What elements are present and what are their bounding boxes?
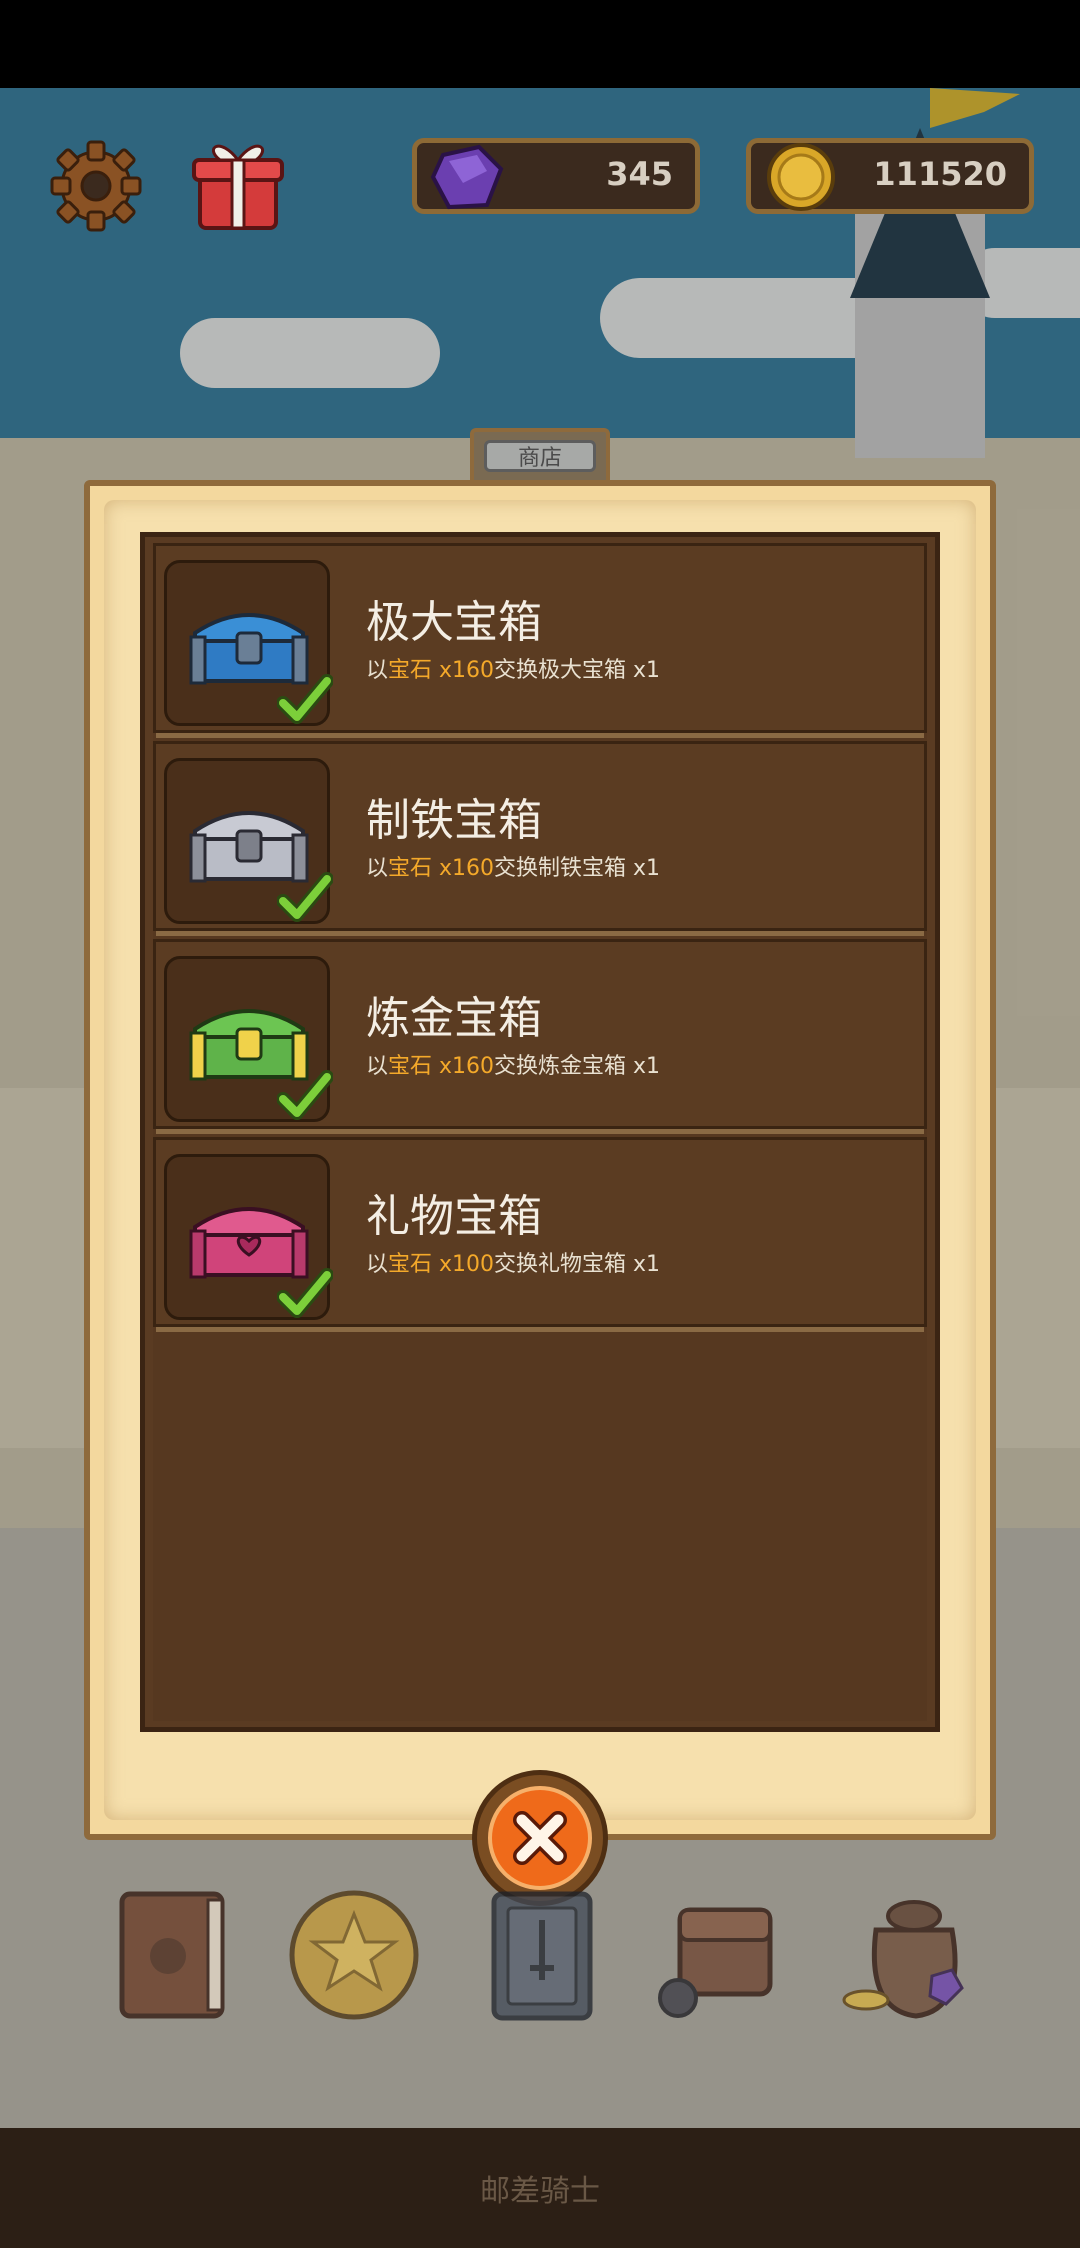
status-bar <box>0 0 1080 88</box>
list-item[interactable]: 制铁宝箱 以宝石 x160交换制铁宝箱 x1 <box>153 741 927 936</box>
gem-amount: 345 <box>606 155 673 193</box>
item-icon-frame <box>164 560 333 726</box>
check-icon <box>277 1268 333 1318</box>
book-icon[interactable] <box>104 1880 244 2030</box>
list-item[interactable]: 极大宝箱 以宝石 x160交换极大宝箱 x1 <box>153 543 927 738</box>
gear-icon[interactable] <box>48 138 144 234</box>
list-item[interactable]: 礼物宝箱 以宝石 x100交换礼物宝箱 x1 <box>153 1137 927 1332</box>
star-coin-icon[interactable] <box>284 1880 424 2030</box>
game-title: 邮差骑士 <box>480 2174 600 2209</box>
shop-list[interactable]: 极大宝箱 以宝石 x160交换极大宝箱 x1 制铁宝箱 以宝石 x160交换制铁… <box>153 543 927 1721</box>
treasure-bag-icon[interactable] <box>836 1880 976 2030</box>
item-icon-frame <box>164 758 333 924</box>
item-name: 极大宝箱 <box>366 597 542 648</box>
item-description: 以宝石 x160交换极大宝箱 x1 <box>366 658 661 683</box>
item-name: 制铁宝箱 <box>366 795 542 846</box>
item-description: 以宝石 x160交换炼金宝箱 x1 <box>366 1054 661 1079</box>
gold-coin-icon <box>761 143 841 223</box>
check-icon <box>277 872 333 922</box>
gem-counter: 345 <box>412 138 700 214</box>
shop-list-panel: 极大宝箱 以宝石 x160交换极大宝箱 x1 制铁宝箱 以宝石 x160交换制铁… <box>140 532 940 1732</box>
shop-tab: 商店 <box>470 428 610 480</box>
game-screen: 345 111520 商店 极大宝箱 以宝石 x160交换极大宝箱 x1 制铁宝… <box>0 0 1080 2248</box>
list-item[interactable]: 炼金宝箱 以宝石 x160交换炼金宝箱 x1 <box>153 939 927 1134</box>
item-description: 以宝石 x160交换制铁宝箱 x1 <box>366 856 661 881</box>
coin-counter: 111520 <box>746 138 1034 214</box>
check-icon <box>277 674 333 724</box>
item-icon-frame <box>164 956 333 1122</box>
backpack-icon[interactable] <box>650 1880 790 2030</box>
item-name: 礼物宝箱 <box>366 1191 542 1242</box>
check-icon <box>277 1070 333 1120</box>
card-deck-icon[interactable] <box>470 1880 610 2030</box>
shop-title: 商店 <box>517 446 562 471</box>
gift-box-icon[interactable] <box>190 134 286 234</box>
shop-title-plate: 商店 <box>484 440 596 472</box>
coin-amount: 111520 <box>873 155 1007 193</box>
purple-gem-icon <box>427 143 507 223</box>
item-name: 炼金宝箱 <box>366 993 542 1044</box>
close-x-icon <box>488 1786 592 1890</box>
item-description: 以宝石 x100交换礼物宝箱 x1 <box>366 1252 661 1277</box>
item-icon-frame <box>164 1154 333 1320</box>
